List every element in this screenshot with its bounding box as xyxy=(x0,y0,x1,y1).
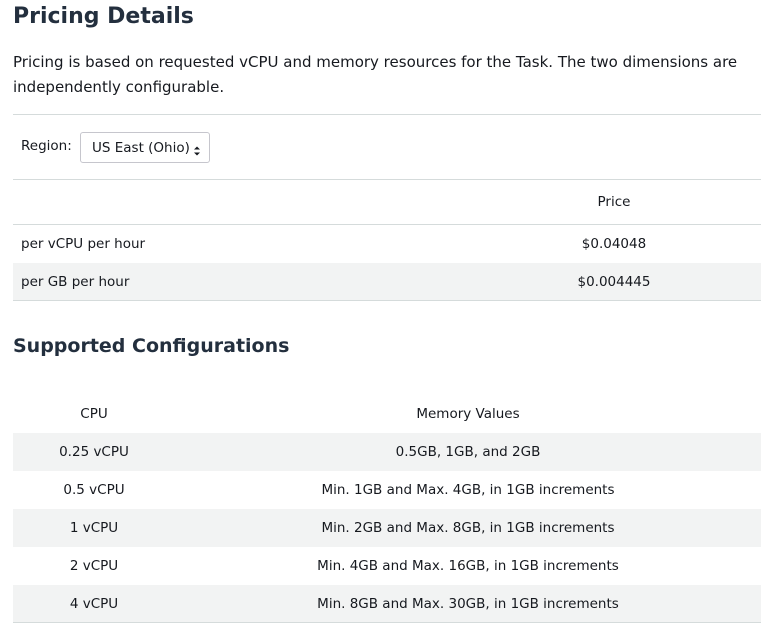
region-selector-row: Region: US East (Ohio) xyxy=(13,115,761,179)
cpu-value: 4 vCPU xyxy=(69,595,119,612)
price-row-label: per vCPU per hour xyxy=(21,236,146,252)
memory-value: Min. 2GB and Max. 8GB, in 1GB increments xyxy=(321,520,615,536)
configurations-table-header: CPU Memory Values xyxy=(13,395,761,433)
table-row: 2 vCPU Min. 4GB and Max. 16GB, in 1GB in… xyxy=(13,547,761,585)
memory-value: Min. 1GB and Max. 4GB, in 1GB increments xyxy=(321,482,615,498)
price-row-value: $0.004445 xyxy=(577,273,651,290)
price-column-header: Price xyxy=(597,194,631,210)
pricing-description: Pricing is based on requested vCPU and m… xyxy=(13,53,738,96)
select-arrows-icon xyxy=(193,142,201,156)
cpu-value: 0.5 vCPU xyxy=(63,482,125,498)
cpu-value: 2 vCPU xyxy=(69,558,119,574)
region-select[interactable]: US East (Ohio) xyxy=(80,132,210,163)
price-row-value: $0.04048 xyxy=(581,236,647,252)
pricing-table: Price per vCPU per hour $0.04048 per GB … xyxy=(13,180,761,301)
table-row: 4 vCPU Min. 8GB and Max. 30GB, in 1GB in… xyxy=(13,585,761,623)
cpu-column-header: CPU xyxy=(80,406,108,422)
region-selected-value: US East (Ohio) xyxy=(92,140,190,156)
page-title: Pricing Details xyxy=(13,4,194,29)
memory-value: 0.5GB, 1GB, and 2GB xyxy=(395,444,541,460)
memory-column-header: Memory Values xyxy=(416,406,520,422)
price-row-label: per GB per hour xyxy=(21,273,130,290)
region-label: Region: xyxy=(21,138,72,154)
memory-value: Min. 8GB and Max. 30GB, in 1GB increment… xyxy=(317,595,619,612)
pricing-table-header: Price xyxy=(13,180,761,225)
cpu-value: 0.25 vCPU xyxy=(59,444,129,460)
table-row: per GB per hour $0.004445 xyxy=(13,263,761,301)
configurations-table: CPU Memory Values 0.25 vCPU 0.5GB, 1GB, … xyxy=(13,395,761,623)
cpu-value: 1 vCPU xyxy=(69,520,119,536)
table-row: 1 vCPU Min. 2GB and Max. 8GB, in 1GB inc… xyxy=(13,509,761,547)
memory-value: Min. 4GB and Max. 16GB, in 1GB increment… xyxy=(317,558,619,574)
section-title: Supported Configurations xyxy=(13,335,290,357)
table-row: 0.5 vCPU Min. 1GB and Max. 4GB, in 1GB i… xyxy=(13,471,761,509)
table-row: 0.25 vCPU 0.5GB, 1GB, and 2GB xyxy=(13,433,761,471)
table-row: per vCPU per hour $0.04048 xyxy=(13,225,761,263)
